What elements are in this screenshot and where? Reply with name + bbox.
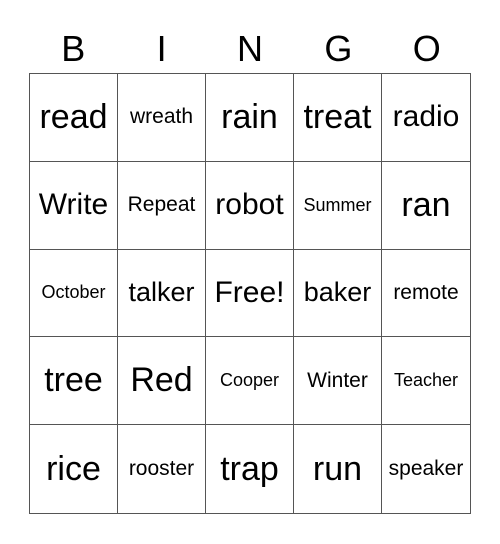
bingo-cell[interactable]: tree: [30, 337, 118, 426]
bingo-cell[interactable]: radio: [382, 74, 470, 162]
bingo-cell[interactable]: Summer: [294, 161, 382, 250]
bingo-cell[interactable]: Cooper: [206, 337, 294, 426]
bingo-cell[interactable]: Teacher: [382, 337, 470, 426]
header-letter-n: N: [236, 28, 263, 69]
header-letter-i: I: [156, 28, 167, 69]
bingo-cell[interactable]: speaker: [382, 425, 470, 513]
bingo-cell[interactable]: Write: [30, 161, 118, 250]
bingo-cell[interactable]: run: [294, 425, 382, 513]
bingo-cell[interactable]: October: [30, 249, 118, 338]
bingo-cell[interactable]: rain: [206, 74, 294, 162]
bingo-header: B I N G O: [29, 26, 471, 72]
free-space-cell[interactable]: Free!: [206, 249, 294, 338]
bingo-cell[interactable]: talker: [118, 249, 206, 338]
bingo-cell[interactable]: Repeat: [118, 161, 206, 250]
bingo-cell[interactable]: trap: [206, 425, 294, 513]
bingo-cell[interactable]: read: [30, 74, 118, 162]
header-letter-g: G: [324, 28, 353, 69]
bingo-cell[interactable]: robot: [206, 161, 294, 250]
bingo-cell[interactable]: rooster: [118, 425, 206, 513]
header-letter-b: B: [61, 28, 86, 69]
bingo-cell[interactable]: remote: [382, 250, 470, 338]
bingo-cell[interactable]: ran: [382, 162, 470, 250]
bingo-cell[interactable]: rice: [30, 425, 118, 513]
bingo-cell[interactable]: Red: [118, 337, 206, 426]
header-letter-o: O: [412, 28, 441, 69]
bingo-cell[interactable]: baker: [294, 249, 382, 338]
bingo-cell[interactable]: wreath: [118, 74, 206, 162]
bingo-card-grid: read wreath rain treat radio Write Repea…: [29, 73, 471, 514]
bingo-cell[interactable]: Winter: [294, 337, 382, 426]
bingo-cell[interactable]: treat: [294, 74, 382, 162]
